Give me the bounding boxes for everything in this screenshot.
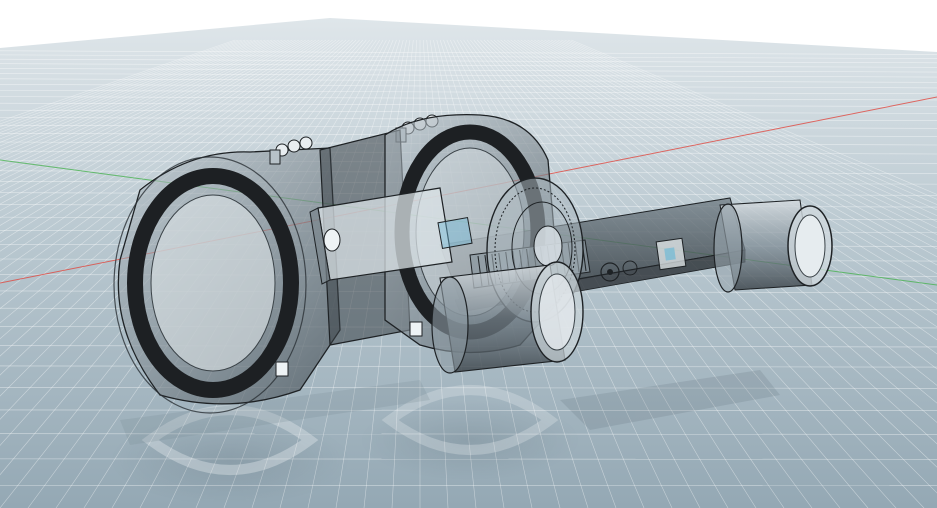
rear-ring-housing[interactable]: [113, 147, 341, 414]
arm-slot-highlight: [664, 247, 676, 261]
3d-scene-canvas[interactable]: [0, 0, 937, 508]
rear-ring-opening: [150, 194, 276, 372]
rear-housing-slot: [275, 361, 289, 377]
front-housing-slot: [409, 321, 423, 337]
3d-viewport[interactable]: [0, 0, 937, 508]
arm-screw-center: [607, 269, 613, 275]
slide-block-pin: [323, 228, 341, 252]
eyepiece-tube[interactable]: [713, 199, 833, 293]
front-cylinder-cap[interactable]: [431, 261, 584, 374]
slide-block-window: [437, 217, 473, 249]
